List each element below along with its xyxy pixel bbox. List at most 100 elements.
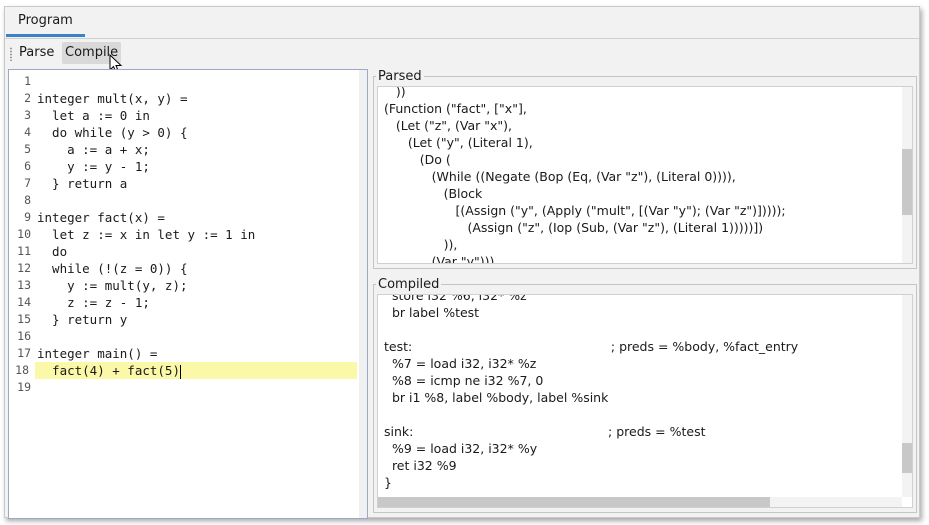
toolbar-grip-icon[interactable]	[10, 47, 12, 61]
code-line[interactable]: 16	[17, 328, 357, 345]
compiled-text: store i32 %6, i32* %z br label %test test…	[384, 294, 799, 491]
compiled-vertical-scrollbar[interactable]	[902, 295, 912, 497]
code-text: do	[37, 244, 68, 259]
compiled-line	[384, 321, 798, 338]
compiled-line: br label %test	[384, 305, 480, 320]
code-text: let a := 0 in	[37, 108, 150, 123]
line-number: 14	[17, 295, 31, 309]
compiled-line: br i1 %8, label %body, label %sink	[384, 390, 609, 405]
line-number: 6	[24, 159, 31, 173]
code-line[interactable]: 3 let a := 0 in	[24, 107, 357, 124]
text-caret	[180, 364, 181, 379]
parsed-output[interactable]: )) (Function ("fact", ["x"], (Let ("z", (…	[377, 86, 913, 264]
code-text: integer mult(x, y) =	[37, 91, 188, 106]
parsed-line: )),	[384, 237, 458, 252]
code-line[interactable]: 10 let z := x in let y := 1 in	[17, 226, 357, 243]
compiled-horizontal-scrollbar[interactable]	[378, 497, 902, 507]
compiled-line: sink: ; preds = %test	[384, 424, 706, 439]
parsed-line: (Block	[384, 186, 483, 201]
line-number: 11	[17, 244, 31, 258]
parsed-line: (Do (	[384, 152, 451, 167]
line-number: 18	[15, 363, 29, 377]
code-line[interactable]: 19	[17, 379, 357, 396]
line-number: 12	[17, 261, 31, 275]
line-number: 4	[24, 125, 31, 139]
parsed-line: (While ((Negate (Bop (Eq, (Var "z"), (Li…	[384, 169, 736, 184]
compiled-title: Compiled	[378, 277, 440, 292]
code-text: a := a + x;	[37, 142, 150, 157]
parsed-vertical-scrollbar[interactable]	[902, 87, 912, 263]
tab-program[interactable]: Program	[6, 8, 85, 37]
line-number: 2	[24, 91, 31, 105]
code-line[interactable]: 4 do while (y > 0) {	[24, 124, 357, 141]
line-number: 10	[17, 227, 31, 241]
compiled-line	[384, 406, 798, 423]
editor-scrollbar[interactable]	[359, 70, 367, 518]
compiled-line: store i32 %6, i32* %z	[384, 294, 527, 303]
line-number: 16	[17, 329, 31, 343]
code-text: } return a	[37, 176, 128, 191]
compiled-line: %8 = icmp ne i32 %7, 0	[384, 373, 544, 388]
code-lines[interactable]: 1 2 integer mult(x, y) = 3 let a := 0 in 4 d…	[15, 73, 357, 396]
code-line[interactable]: 8	[24, 192, 357, 209]
compiled-line: ret i32 %9	[384, 458, 457, 473]
code-text: integer fact(x) =	[37, 210, 165, 225]
code-text: } return y	[37, 312, 128, 327]
code-line[interactable]: 18 fact(4) + fact(5)	[15, 362, 357, 379]
code-text: y := mult(y, z);	[37, 278, 188, 293]
line-number: 9	[24, 210, 31, 224]
compiled-output[interactable]: store i32 %6, i32* %z br label %test test…	[377, 294, 913, 508]
code-line[interactable]: 9 integer fact(x) =	[24, 209, 357, 226]
code-line[interactable]: 14 z := z - 1;	[17, 294, 357, 311]
parsed-title: Parsed	[378, 69, 422, 84]
compiled-line: %7 = load i32, i32* %z	[384, 356, 537, 371]
code-editor[interactable]: 1 2 integer mult(x, y) = 3 let a := 0 in 4 d…	[8, 69, 368, 519]
parsed-group: Parsed )) (Function ("fact", ["x"], (Let …	[373, 69, 917, 269]
toolbar: Parse Compile	[5, 39, 919, 74]
code-line[interactable]: 5 a := a + x;	[24, 141, 357, 158]
line-number: 5	[24, 142, 31, 156]
code-line[interactable]: 13 y := mult(y, z);	[17, 277, 357, 294]
main-window: Program Parse Compile 1 2 integer mult(x, …	[4, 6, 920, 519]
code-line[interactable]: 7 } return a	[24, 175, 357, 192]
line-number: 8	[24, 193, 31, 207]
compiled-hscroll-thumb[interactable]	[378, 497, 770, 507]
compiled-group: Compiled store i32 %6, i32* %z br label …	[373, 277, 917, 513]
line-number: 3	[24, 108, 31, 122]
line-number: 15	[17, 312, 31, 326]
compiled-line: }	[384, 475, 392, 490]
code-line[interactable]: 12 while (!(z = 0)) {	[17, 260, 357, 277]
code-line[interactable]: 6 y := y - 1;	[24, 158, 357, 175]
parsed-line: (Let ("z", (Var "x"),	[384, 118, 512, 133]
line-number: 1	[24, 74, 31, 88]
parsed-line: (Function ("fact", ["x"],	[384, 101, 527, 116]
code-line[interactable]: 2 integer mult(x, y) =	[24, 90, 357, 107]
compiled-vscroll-thumb[interactable]	[902, 443, 912, 473]
code-text: z := z - 1;	[37, 295, 150, 310]
code-line[interactable]: 15 } return y	[17, 311, 357, 328]
code-line[interactable]: 17 integer main() =	[17, 345, 357, 362]
parsed-line: [(Assign ("y", (Apply ("mult", [(Var "y"…	[384, 203, 786, 218]
code-text: fact(4) + fact(5)	[37, 363, 180, 378]
compiled-line: test: ; preds = %body, %fact_entry	[384, 339, 799, 354]
line-number: 17	[17, 346, 31, 360]
code-text: let z := x in let y := 1 in	[37, 227, 256, 242]
parsed-line: (Assign ("z", (Iop (Sub, (Var "z"), (Lit…	[384, 220, 764, 235]
code-text: while (!(z = 0)) {	[37, 261, 188, 276]
parsed-scroll-thumb[interactable]	[902, 149, 912, 215]
parsed-line: (Let ("y", (Literal 1),	[384, 135, 533, 150]
line-number: 7	[24, 176, 31, 190]
code-line[interactable]: 11 do	[17, 243, 357, 260]
code-text: integer main() =	[37, 346, 158, 361]
parsed-line: (Var "y")))	[384, 254, 495, 264]
code-line[interactable]: 1	[24, 73, 357, 90]
tab-bar: Program	[5, 7, 919, 39]
code-text: y := y - 1;	[37, 159, 150, 174]
parse-button[interactable]: Parse	[16, 42, 57, 64]
line-number: 13	[17, 278, 31, 292]
line-number: 19	[17, 380, 31, 394]
compiled-line: %9 = load i32, i32* %y	[384, 441, 538, 456]
code-text: do while (y > 0) {	[37, 125, 188, 140]
parsed-text: )) (Function ("fact", ["x"], (Let ("z", (…	[384, 86, 786, 264]
parsed-line: ))	[384, 86, 406, 99]
